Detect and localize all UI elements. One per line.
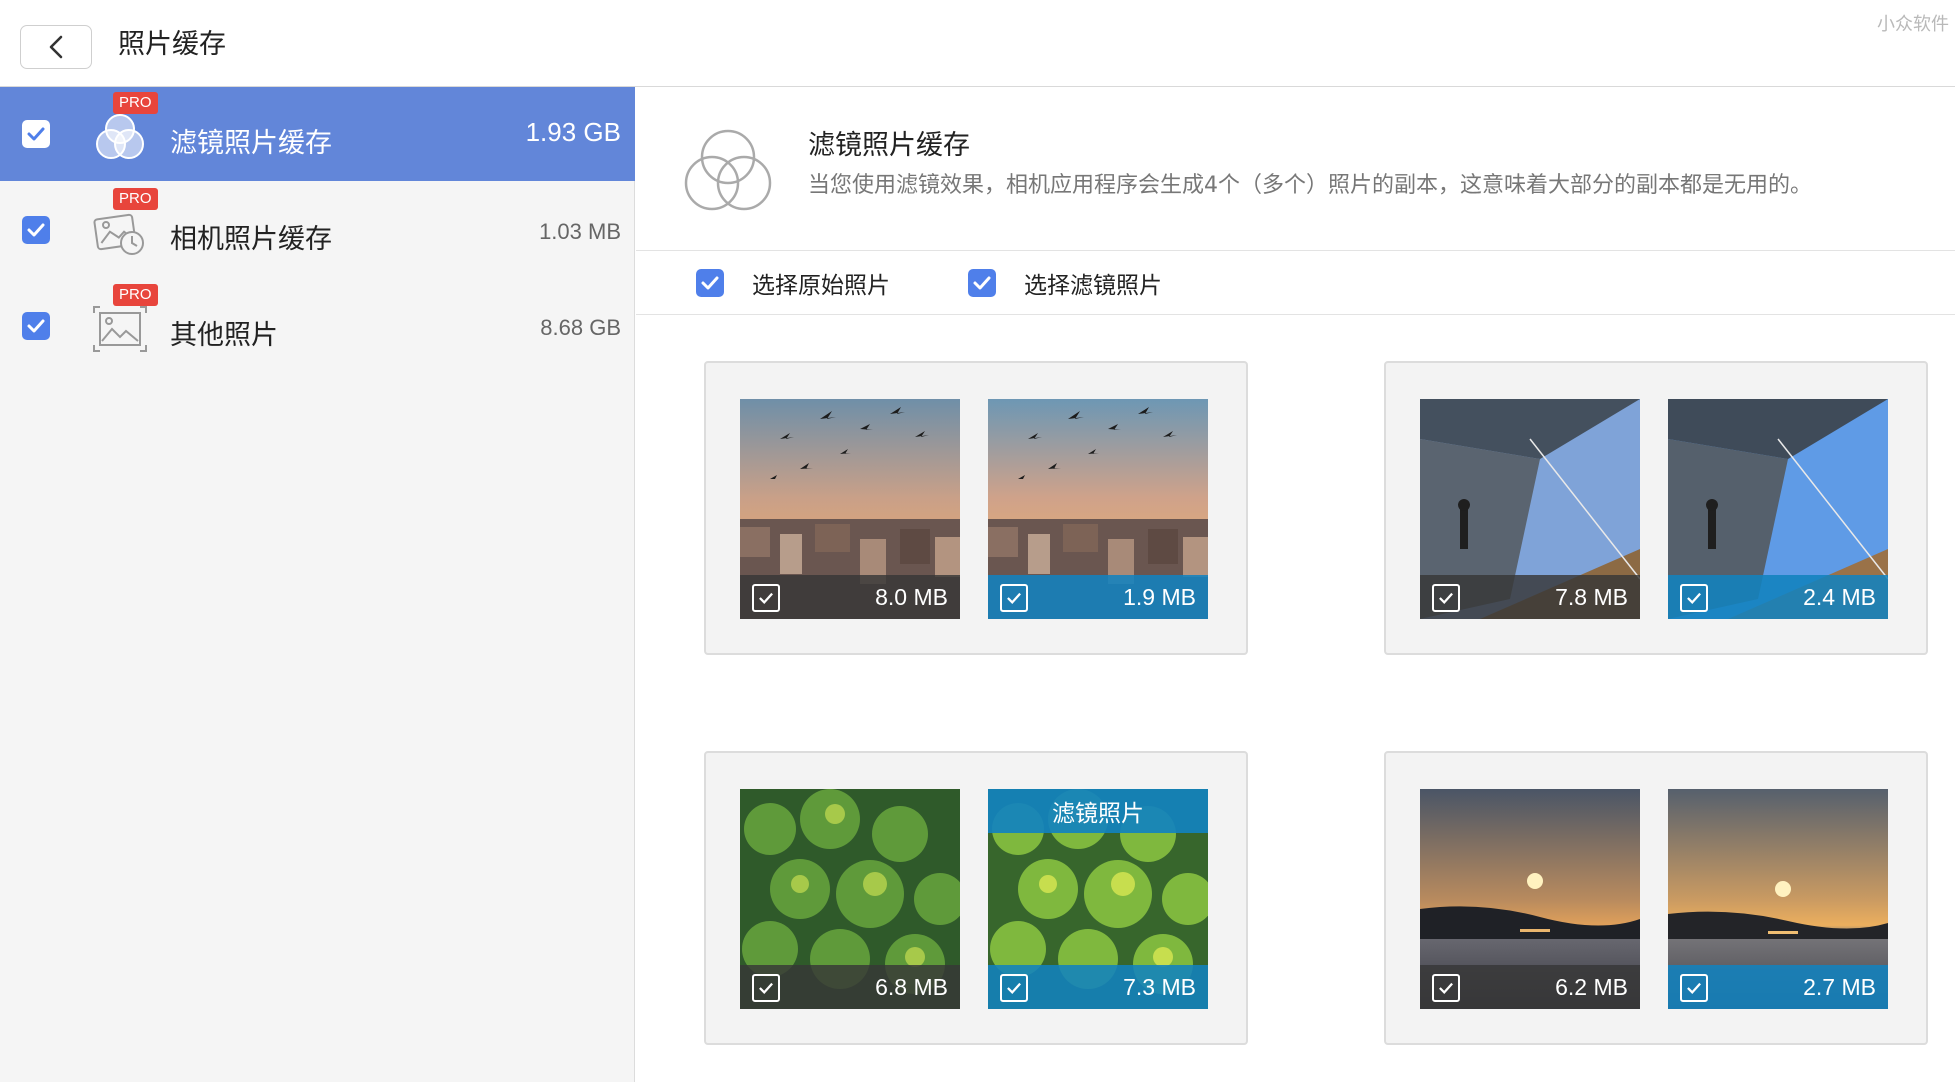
select-filtered-checkbox[interactable] (968, 269, 996, 297)
photo-size: 8.0 MB (875, 584, 948, 610)
photo-checkbox[interactable] (1680, 974, 1708, 1002)
photo-checkbox[interactable] (752, 584, 780, 612)
chevron-left-icon (49, 35, 63, 59)
photo-info-bar: 2.4 MB (1668, 575, 1888, 619)
pro-badge: PRO (113, 188, 158, 210)
photo-checkbox[interactable] (1000, 974, 1028, 1002)
sidebar-item-label: 滤镜照片缓存 (170, 128, 332, 159)
filter-circles-icon (684, 129, 772, 211)
picture-frame-icon (93, 306, 147, 352)
camera-photo-clock-icon (93, 213, 144, 255)
select-filtered-label: 选择滤镜照片 (1024, 273, 1162, 299)
checkmark-icon (27, 127, 45, 141)
page-title: 照片缓存 (118, 29, 226, 60)
photo-size: 7.3 MB (1123, 974, 1196, 1000)
checkmark-icon (27, 223, 45, 237)
sidebar-item-camera-cache[interactable]: PRO 相机照片缓存 1.03 MB (0, 183, 635, 277)
photo-info-bar: 2.7 MB (1668, 965, 1888, 1009)
checkmark-icon (973, 276, 991, 290)
checkmark-icon (27, 319, 45, 333)
checkmark-icon (1687, 592, 1701, 605)
sidebar-item-label: 其他照片 (170, 320, 278, 351)
filtered-photo-tag: 滤镜照片 (988, 789, 1208, 833)
filtered-photo[interactable]: 2.4 MB (1668, 399, 1888, 619)
photo-group: 6.2 MB 2.7 MB (1384, 751, 1928, 1045)
photo-size: 2.7 MB (1803, 974, 1876, 1000)
photo-size: 2.4 MB (1803, 584, 1876, 610)
photo-info-bar: 8.0 MB (740, 575, 960, 619)
checkmark-icon (1687, 982, 1701, 995)
original-photo[interactable]: 6.2 MB (1420, 789, 1640, 1009)
photo-info-bar: 6.2 MB (1420, 965, 1640, 1009)
select-original-checkbox[interactable] (696, 269, 724, 297)
select-original-label: 选择原始照片 (752, 273, 890, 299)
checkmark-icon (759, 982, 773, 995)
photo-info-bar: 6.8 MB (740, 965, 960, 1009)
photo-info-bar: 7.8 MB (1420, 575, 1640, 619)
photo-group: 7.8 MB 2.4 MB (1384, 361, 1928, 655)
select-filtered-option[interactable]: 选择滤镜照片 (968, 267, 1162, 299)
filter-circles-icon (96, 114, 144, 159)
category-checkbox[interactable] (22, 216, 50, 244)
title-bar: 照片缓存 小众软件 (0, 0, 1955, 87)
filtered-photo[interactable]: 2.7 MB (1668, 789, 1888, 1009)
photo-checkbox[interactable] (752, 974, 780, 1002)
photo-size: 7.8 MB (1555, 584, 1628, 610)
select-original-option[interactable]: 选择原始照片 (696, 267, 890, 299)
photo-checkbox[interactable] (1432, 974, 1460, 1002)
checkmark-icon (1007, 982, 1021, 995)
watermark-text: 小众软件 (1877, 14, 1949, 35)
checkmark-icon (1439, 592, 1453, 605)
original-photo[interactable]: 6.8 MB (740, 789, 960, 1009)
category-checkbox[interactable] (22, 120, 50, 148)
filtered-photo[interactable]: 滤镜照片 7.3 MB (988, 789, 1208, 1009)
original-photo[interactable]: 7.8 MB (1420, 399, 1640, 619)
sidebar-item-size: 1.93 GB (525, 117, 621, 147)
category-description-text: 当您使用滤镜效果，相机应用程序会生成4个（多个）照片的副本，这意味着大部分的副本… (808, 173, 1813, 198)
category-checkbox[interactable] (22, 312, 50, 340)
photo-size: 1.9 MB (1123, 584, 1196, 610)
sidebar-item-size: 8.68 GB (540, 315, 621, 340)
checkmark-icon (701, 276, 719, 290)
pro-badge: PRO (113, 92, 158, 114)
sidebar-item-other-photos[interactable]: PRO 其他照片 8.68 GB (0, 279, 635, 373)
photo-size: 6.2 MB (1555, 974, 1628, 1000)
selection-filter-bar: 选择原始照片 选择滤镜照片 (636, 251, 1955, 315)
filtered-photo[interactable]: 1.9 MB (988, 399, 1208, 619)
sidebar-item-size: 1.03 MB (539, 219, 621, 244)
photo-group: 8.0 MB 1.9 MB (704, 361, 1248, 655)
checkmark-icon (1439, 982, 1453, 995)
checkmark-icon (1007, 592, 1021, 605)
pro-badge: PRO (113, 284, 158, 306)
photo-checkbox[interactable] (1432, 584, 1460, 612)
photo-group: 6.8 MB 滤镜照片 7.3 MB (704, 751, 1248, 1045)
main-panel: 滤镜照片缓存 当您使用滤镜效果，相机应用程序会生成4个（多个）照片的副本，这意味… (636, 87, 1955, 1082)
original-photo[interactable]: 8.0 MB (740, 399, 960, 619)
photo-size: 6.8 MB (875, 974, 948, 1000)
back-button[interactable] (20, 25, 92, 69)
photo-checkbox[interactable] (1000, 584, 1028, 612)
checkmark-icon (759, 592, 773, 605)
category-title: 滤镜照片缓存 (808, 130, 970, 161)
photo-info-bar: 7.3 MB (988, 965, 1208, 1009)
sidebar-item-filter-cache[interactable]: PRO 滤镜照片缓存 1.93 GB (0, 87, 635, 181)
photo-info-bar: 1.9 MB (988, 575, 1208, 619)
photo-checkbox[interactable] (1680, 584, 1708, 612)
category-description: 滤镜照片缓存 当您使用滤镜效果，相机应用程序会生成4个（多个）照片的副本，这意味… (636, 87, 1955, 251)
category-sidebar: PRO 滤镜照片缓存 1.93 GB PRO 相机照片缓存 1.03 MB PR… (0, 87, 635, 1082)
sidebar-item-label: 相机照片缓存 (170, 224, 332, 255)
